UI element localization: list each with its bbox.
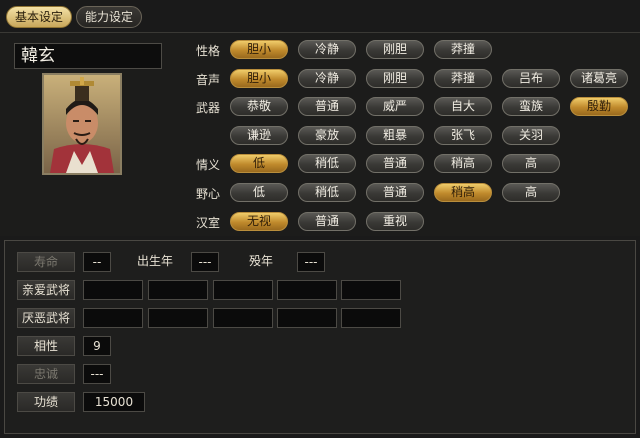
compatibility-value[interactable]: 9 bbox=[83, 336, 111, 356]
attribute-option-button[interactable]: 张飞 bbox=[434, 126, 492, 145]
attribute-option-button[interactable]: 关羽 bbox=[502, 126, 560, 145]
attribute-label: 性格 bbox=[195, 44, 220, 58]
disliked-officer-slot[interactable] bbox=[83, 308, 143, 328]
attribute-label: 汉室 bbox=[195, 216, 220, 230]
attribute-option-button[interactable]: 豪放 bbox=[298, 126, 356, 145]
attribute-option-button[interactable]: 普通 bbox=[298, 97, 356, 116]
favored-officer-slot[interactable] bbox=[213, 280, 273, 300]
attribute-option-button[interactable]: 诸葛亮 bbox=[570, 69, 628, 88]
attribute-option-button[interactable]: 低 bbox=[230, 154, 288, 173]
disliked-officer-slot[interactable] bbox=[213, 308, 273, 328]
attribute-option-button[interactable]: 冷静 bbox=[298, 69, 356, 88]
attribute-option-button[interactable]: 普通 bbox=[366, 183, 424, 202]
attribute-option-button[interactable]: 普通 bbox=[298, 212, 356, 231]
attribute-option-button[interactable]: 刚胆 bbox=[366, 40, 424, 59]
favored-officers-label[interactable]: 亲爱武将 bbox=[17, 280, 75, 300]
favored-officer-slot[interactable] bbox=[148, 280, 208, 300]
attribute-option-button[interactable]: 稍高 bbox=[434, 154, 492, 173]
tab-ability-settings[interactable]: 能力设定 bbox=[76, 6, 143, 28]
loyalty-value[interactable]: --- bbox=[83, 364, 111, 384]
attribute-option-button[interactable]: 冷静 bbox=[298, 40, 356, 59]
attribute-option-button[interactable]: 吕布 bbox=[502, 69, 560, 88]
attribute-label: 武器 bbox=[195, 101, 220, 115]
compatibility-label[interactable]: 相性 bbox=[17, 336, 75, 356]
merit-label[interactable]: 功绩 bbox=[17, 392, 75, 412]
officer-portrait bbox=[42, 73, 122, 175]
death-year-label: 殁年 bbox=[249, 254, 274, 268]
birth-year-value[interactable]: --- bbox=[191, 252, 219, 272]
birth-year-label: 出生年 bbox=[137, 254, 174, 268]
attribute-option-button[interactable]: 威严 bbox=[366, 97, 424, 116]
attribute-option-button[interactable]: 低 bbox=[230, 183, 288, 202]
tab-basic-settings[interactable]: 基本设定 bbox=[6, 6, 73, 28]
attribute-option-button[interactable]: 谦逊 bbox=[230, 126, 288, 145]
attribute-option-button[interactable]: 胆小 bbox=[230, 69, 288, 88]
attribute-option-button[interactable]: 莽撞 bbox=[434, 40, 492, 59]
attribute-option-button[interactable]: 殷勤 bbox=[570, 97, 628, 116]
death-year-value[interactable]: --- bbox=[297, 252, 325, 272]
attribute-option-button[interactable]: 稍高 bbox=[434, 183, 492, 202]
attribute-option-button[interactable]: 刚胆 bbox=[366, 69, 424, 88]
merit-value[interactable]: 15000 bbox=[83, 392, 145, 412]
attribute-option-button[interactable]: 恭敬 bbox=[230, 97, 288, 116]
attribute-option-button[interactable]: 粗暴 bbox=[366, 126, 424, 145]
lifespan-label[interactable]: 寿命 bbox=[17, 252, 75, 272]
attribute-option-button[interactable]: 普通 bbox=[366, 154, 424, 173]
disliked-officer-slot[interactable] bbox=[341, 308, 401, 328]
attribute-option-button[interactable]: 无视 bbox=[230, 212, 288, 231]
attribute-label: 情义 bbox=[195, 158, 220, 172]
attribute-option-button[interactable]: 莽撞 bbox=[434, 69, 492, 88]
attribute-option-button[interactable]: 高 bbox=[502, 183, 560, 202]
info-panel: 寿命 -- 出生年 --- 殁年 --- 亲爱武将 厌恶武将 相性 9 忠诚 -… bbox=[4, 240, 636, 434]
attribute-option-button[interactable]: 蛮族 bbox=[502, 97, 560, 116]
disliked-officers-label[interactable]: 厌恶武将 bbox=[17, 308, 75, 328]
favored-officer-slot[interactable] bbox=[341, 280, 401, 300]
attribute-label: 野心 bbox=[195, 187, 220, 201]
attribute-option-button[interactable]: 重视 bbox=[366, 212, 424, 231]
tab-bar: 基本设定 能力设定 bbox=[6, 6, 143, 30]
attribute-option-button[interactable]: 胆小 bbox=[230, 40, 288, 59]
favored-officer-slot[interactable] bbox=[277, 280, 337, 300]
attribute-option-button[interactable]: 高 bbox=[502, 154, 560, 173]
favored-officer-slot[interactable] bbox=[83, 280, 143, 300]
attribute-option-button[interactable]: 稍低 bbox=[298, 183, 356, 202]
attribute-option-button[interactable]: 自大 bbox=[434, 97, 492, 116]
portrait-image bbox=[44, 75, 120, 173]
loyalty-label[interactable]: 忠诚 bbox=[17, 364, 75, 384]
officer-name-field[interactable]: 韓玄 bbox=[14, 43, 162, 69]
disliked-officer-slot[interactable] bbox=[148, 308, 208, 328]
disliked-officer-slot[interactable] bbox=[277, 308, 337, 328]
lifespan-value[interactable]: -- bbox=[83, 252, 111, 272]
attribute-label: 音声 bbox=[195, 73, 220, 87]
attribute-option-button[interactable]: 稍低 bbox=[298, 154, 356, 173]
